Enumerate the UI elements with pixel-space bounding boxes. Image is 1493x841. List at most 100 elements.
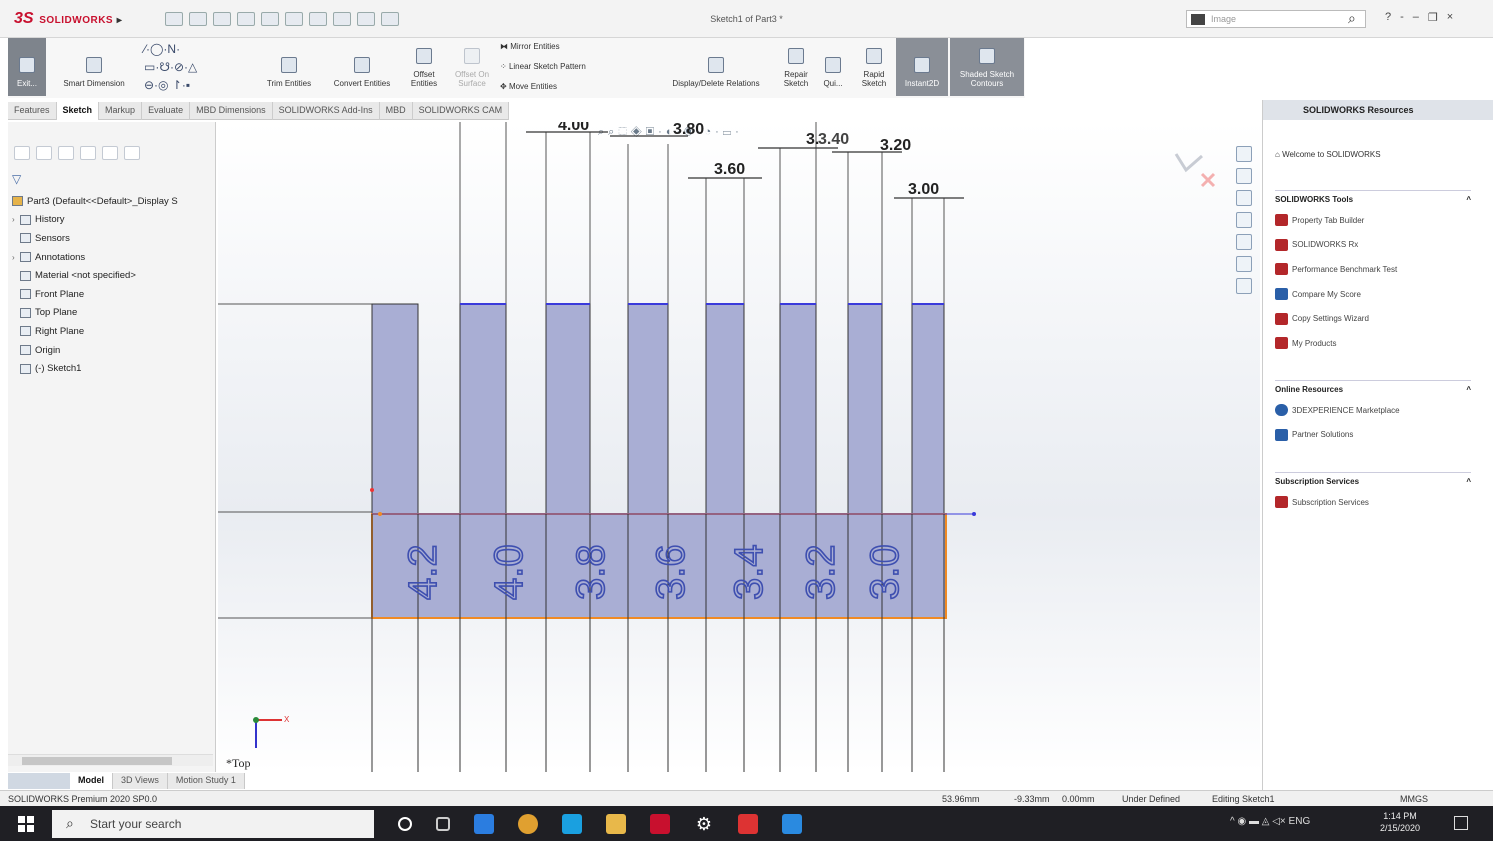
tab-scroll-arrows[interactable] xyxy=(8,773,70,789)
home-icon[interactable] xyxy=(165,12,183,26)
minimize-icon[interactable]: – xyxy=(1413,11,1419,24)
rectangle-icon[interactable]: ▭·☋·⊘·△ xyxy=(144,60,197,74)
tab-solidworks-addins[interactable]: SOLIDWORKS Add-Ins xyxy=(273,102,380,120)
select-icon[interactable] xyxy=(309,12,327,26)
cam-manager-icon[interactable] xyxy=(124,146,140,160)
solidworks-logo[interactable]: 3S SOLIDWORKS ▸ xyxy=(14,10,122,28)
tree-item-material[interactable]: Material <not specified> xyxy=(12,266,216,285)
scroll-thumb[interactable] xyxy=(22,757,172,765)
menu-arrow-icon[interactable]: ▸ xyxy=(117,15,122,26)
resource-link[interactable]: SOLIDWORKS Rx xyxy=(1275,233,1471,258)
tree-horizontal-scrollbar[interactable] xyxy=(8,754,213,766)
configuration-manager-icon[interactable] xyxy=(58,146,74,160)
search-scope-icon[interactable] xyxy=(1191,14,1205,25)
expand-arrow-icon[interactable]: › xyxy=(12,253,20,262)
options-gear-icon[interactable] xyxy=(381,12,399,26)
line-icon[interactable]: ⁄·◯·Ν· xyxy=(144,42,180,56)
notification-center-icon[interactable] xyxy=(1454,816,1468,830)
language-indicator[interactable]: ENG xyxy=(1289,816,1311,827)
search-input[interactable]: Image xyxy=(1186,10,1366,28)
resource-link[interactable]: My Products xyxy=(1275,331,1471,356)
search-icon[interactable]: ⌕ xyxy=(1348,10,1356,27)
feature-manager-icon[interactable] xyxy=(14,146,30,160)
collapse-icon[interactable]: ^ xyxy=(1466,195,1471,204)
resource-link[interactable]: Compare My Score xyxy=(1275,282,1471,307)
tree-item-front-plane[interactable]: Front Plane xyxy=(12,285,216,304)
collapse-icon[interactable]: ^ xyxy=(1466,385,1471,394)
tab-features[interactable]: Features xyxy=(8,102,57,120)
exit-sketch-button[interactable]: Exit... xyxy=(8,38,46,96)
file-explorer-icon[interactable] xyxy=(1236,190,1252,206)
office-icon[interactable] xyxy=(738,814,758,834)
resource-link[interactable]: Copy Settings Wizard xyxy=(1275,306,1471,331)
open-icon[interactable] xyxy=(213,12,231,26)
tab-motion-study[interactable]: Motion Study 1 xyxy=(168,773,245,789)
tree-root-part[interactable]: Part3 (Default<<Default>_Display S xyxy=(12,192,216,211)
close-icon[interactable]: × xyxy=(1447,11,1453,24)
help-icon[interactable]: ? xyxy=(1385,11,1391,24)
edge-icon[interactable] xyxy=(474,814,494,834)
graphics-area[interactable]: ⌕⌕⬚◈▣·◐·◉·◔·▭· 4.00 3.80 3.60 3. 3.40 3.… xyxy=(218,122,1260,772)
offset-on-surface-button[interactable]: Offset On Surface xyxy=(446,38,498,96)
tree-item-sensors[interactable]: Sensors xyxy=(12,229,216,248)
tab-markup[interactable]: Markup xyxy=(99,102,143,120)
slot-icon[interactable]: ⊖·◎ ↾·▪ xyxy=(144,78,190,92)
trim-entities-button[interactable]: Trim Entities xyxy=(258,38,320,96)
tab-mbd-dimensions[interactable]: MBD Dimensions xyxy=(190,102,273,120)
custom-properties-icon[interactable] xyxy=(1236,256,1252,272)
forum-icon[interactable] xyxy=(1236,278,1252,294)
dimension-label[interactable]: 3.40 xyxy=(818,131,849,148)
cortana-icon[interactable] xyxy=(398,817,412,831)
taskbar-clock[interactable]: 1:14 PM 2/15/2020 xyxy=(1380,810,1420,834)
shaded-sketch-contours-button[interactable]: Shaded Sketch Contours xyxy=(950,38,1024,96)
collapse-icon[interactable]: ^ xyxy=(1466,477,1471,486)
convert-entities-button[interactable]: Convert Entities xyxy=(322,38,402,96)
skype-icon[interactable] xyxy=(562,814,582,834)
tab-evaluate[interactable]: Evaluate xyxy=(142,102,191,120)
tree-item-top-plane[interactable]: Top Plane xyxy=(12,304,216,323)
resource-link[interactable]: Subscription Services xyxy=(1275,490,1471,515)
undo-icon[interactable] xyxy=(285,12,303,26)
display-manager-icon[interactable] xyxy=(102,146,118,160)
save-icon[interactable] xyxy=(237,12,255,26)
tab-3d-views[interactable]: 3D Views xyxy=(113,773,168,789)
dimension-label[interactable]: 3.60 xyxy=(714,161,745,178)
rebuild-icon[interactable] xyxy=(333,12,351,26)
sketch-canvas[interactable]: 4.00 3.80 3.60 3. 3.40 3.20 3.00 4.2 4.0… xyxy=(218,122,1260,772)
tree-item-history[interactable]: › History xyxy=(12,211,216,230)
help-menu-icon[interactable]: - xyxy=(1400,11,1404,24)
unit-system[interactable]: MMGS xyxy=(1400,794,1428,804)
chrome-icon[interactable] xyxy=(518,814,538,834)
new-document-icon[interactable] xyxy=(189,12,207,26)
quick-snaps-button[interactable]: Qui... xyxy=(818,38,848,96)
tab-model[interactable]: Model xyxy=(70,773,113,789)
confirmation-corner[interactable] xyxy=(1172,150,1220,190)
tree-item-origin[interactable]: Origin xyxy=(12,341,216,360)
resource-link[interactable]: Performance Benchmark Test xyxy=(1275,257,1471,282)
filter-icon[interactable]: ▽ xyxy=(12,172,21,186)
dimension-label[interactable]: 4.00 xyxy=(558,122,589,134)
rapid-sketch-button[interactable]: Rapid Sketch xyxy=(856,38,892,96)
tab-mbd[interactable]: MBD xyxy=(380,102,413,120)
smart-dimension-button[interactable]: Smart Dimension xyxy=(50,38,138,96)
taskbar-search-input[interactable]: ⌕ Start your search xyxy=(52,810,374,838)
vscode-icon[interactable] xyxy=(782,814,802,834)
dimxpert-icon[interactable] xyxy=(80,146,96,160)
mirror-entities-button[interactable]: ⧓ Mirror Entities xyxy=(500,42,560,51)
move-entities-button[interactable]: ✥ Move Entities xyxy=(500,82,557,91)
property-manager-icon[interactable] xyxy=(36,146,52,160)
dimension-label[interactable]: 3.20 xyxy=(880,137,911,154)
welcome-link[interactable]: ⌂ Welcome to SOLIDWORKS xyxy=(1275,150,1381,159)
tab-sketch[interactable]: Sketch xyxy=(56,102,100,120)
dimension-label[interactable]: 3.80 xyxy=(673,122,704,138)
print-icon[interactable] xyxy=(261,12,279,26)
instant2d-button[interactable]: Instant2D xyxy=(896,38,948,96)
design-library-icon[interactable] xyxy=(1236,168,1252,184)
appearances-icon[interactable] xyxy=(1236,234,1252,250)
solidworks-app-icon[interactable] xyxy=(650,814,670,834)
task-view-icon[interactable] xyxy=(436,817,450,831)
settings-gear-icon[interactable]: ⚙ xyxy=(694,814,714,834)
repair-sketch-button[interactable]: Repair Sketch xyxy=(778,38,814,96)
tree-item-annotations[interactable]: › Annotations xyxy=(12,248,216,267)
tree-item-sketch1[interactable]: (-) Sketch1 xyxy=(12,359,216,378)
